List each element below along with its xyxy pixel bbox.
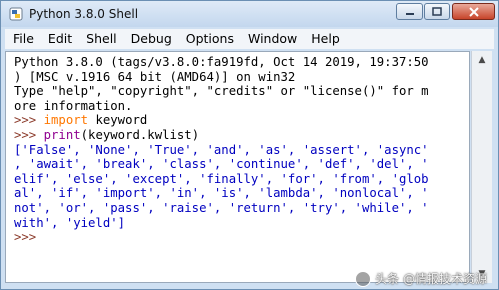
shell-text-area[interactable]: Python 3.8.0 (tags/v3.8.0:fa919fd, Oct 1… xyxy=(5,51,470,283)
shell-output: Python 3.8.0 (tags/v3.8.0:fa919fd, Oct 1… xyxy=(14,55,429,245)
menu-options[interactable]: Options xyxy=(178,29,240,49)
title-bar[interactable]: Python 3.8.0 Shell xyxy=(1,1,498,27)
close-icon xyxy=(468,6,479,17)
minimize-icon xyxy=(405,12,414,15)
output-line: ['False', 'None', 'True', 'and', 'as', '… xyxy=(14,142,429,157)
minimize-button[interactable] xyxy=(396,3,423,20)
output-line: not', 'or', 'pass', 'raise', 'return', '… xyxy=(14,200,429,215)
idle-shell-window: Python 3.8.0 Shell File Edit Shell Debug… xyxy=(0,0,499,290)
menu-file[interactable]: File xyxy=(5,29,40,49)
command-text: keyword xyxy=(88,113,148,128)
watermark: 头条 @情报技术资源 xyxy=(355,270,487,287)
window-title: Python 3.8.0 Shell xyxy=(29,7,139,21)
menu-shell[interactable]: Shell xyxy=(78,29,123,49)
menu-debug[interactable]: Debug xyxy=(123,29,178,49)
import-keyword: import xyxy=(43,113,89,128)
menu-help[interactable]: Help xyxy=(303,29,346,49)
banner-line: ) [MSC v.1916 64 bit (AMD64)] on win32 xyxy=(14,69,296,84)
output-line: , 'await', 'break', 'class', 'continue',… xyxy=(14,157,429,172)
maximize-button[interactable] xyxy=(424,3,450,20)
banner-line: Python 3.8.0 (tags/v3.8.0:fa919fd, Oct 1… xyxy=(14,55,429,69)
output-line: with', 'yield'] xyxy=(14,215,126,230)
shell-prompt: >>> xyxy=(14,113,37,128)
arrow-up-icon[interactable]: ▲ xyxy=(472,51,492,69)
banner-line: Type "help", "copyright", "credits" or "… xyxy=(14,84,429,99)
command-text: (keyword.kwlist) xyxy=(80,127,200,142)
watermark-text: 头条 @情报技术资源 xyxy=(375,272,487,286)
vertical-scrollbar[interactable]: ▲ ▼ xyxy=(471,51,492,283)
shell-prompt-current: >>> xyxy=(14,230,37,245)
close-button[interactable] xyxy=(452,3,495,20)
output-line: al', 'if', 'import', 'in', 'is', 'lambda… xyxy=(14,186,429,201)
menu-window[interactable]: Window xyxy=(240,29,303,49)
output-line: elif', 'else', 'except', 'finally', 'for… xyxy=(14,171,429,186)
menu-edit[interactable]: Edit xyxy=(40,29,78,49)
python-idle-icon xyxy=(9,7,23,21)
print-builtin: print xyxy=(43,127,81,142)
banner-line: ore information. xyxy=(14,98,133,113)
menu-bar: File Edit Shell Debug Options Window Hel… xyxy=(5,29,494,49)
watermark-logo-icon xyxy=(355,270,372,287)
shell-prompt: >>> xyxy=(14,127,37,142)
maximize-icon xyxy=(432,7,442,16)
